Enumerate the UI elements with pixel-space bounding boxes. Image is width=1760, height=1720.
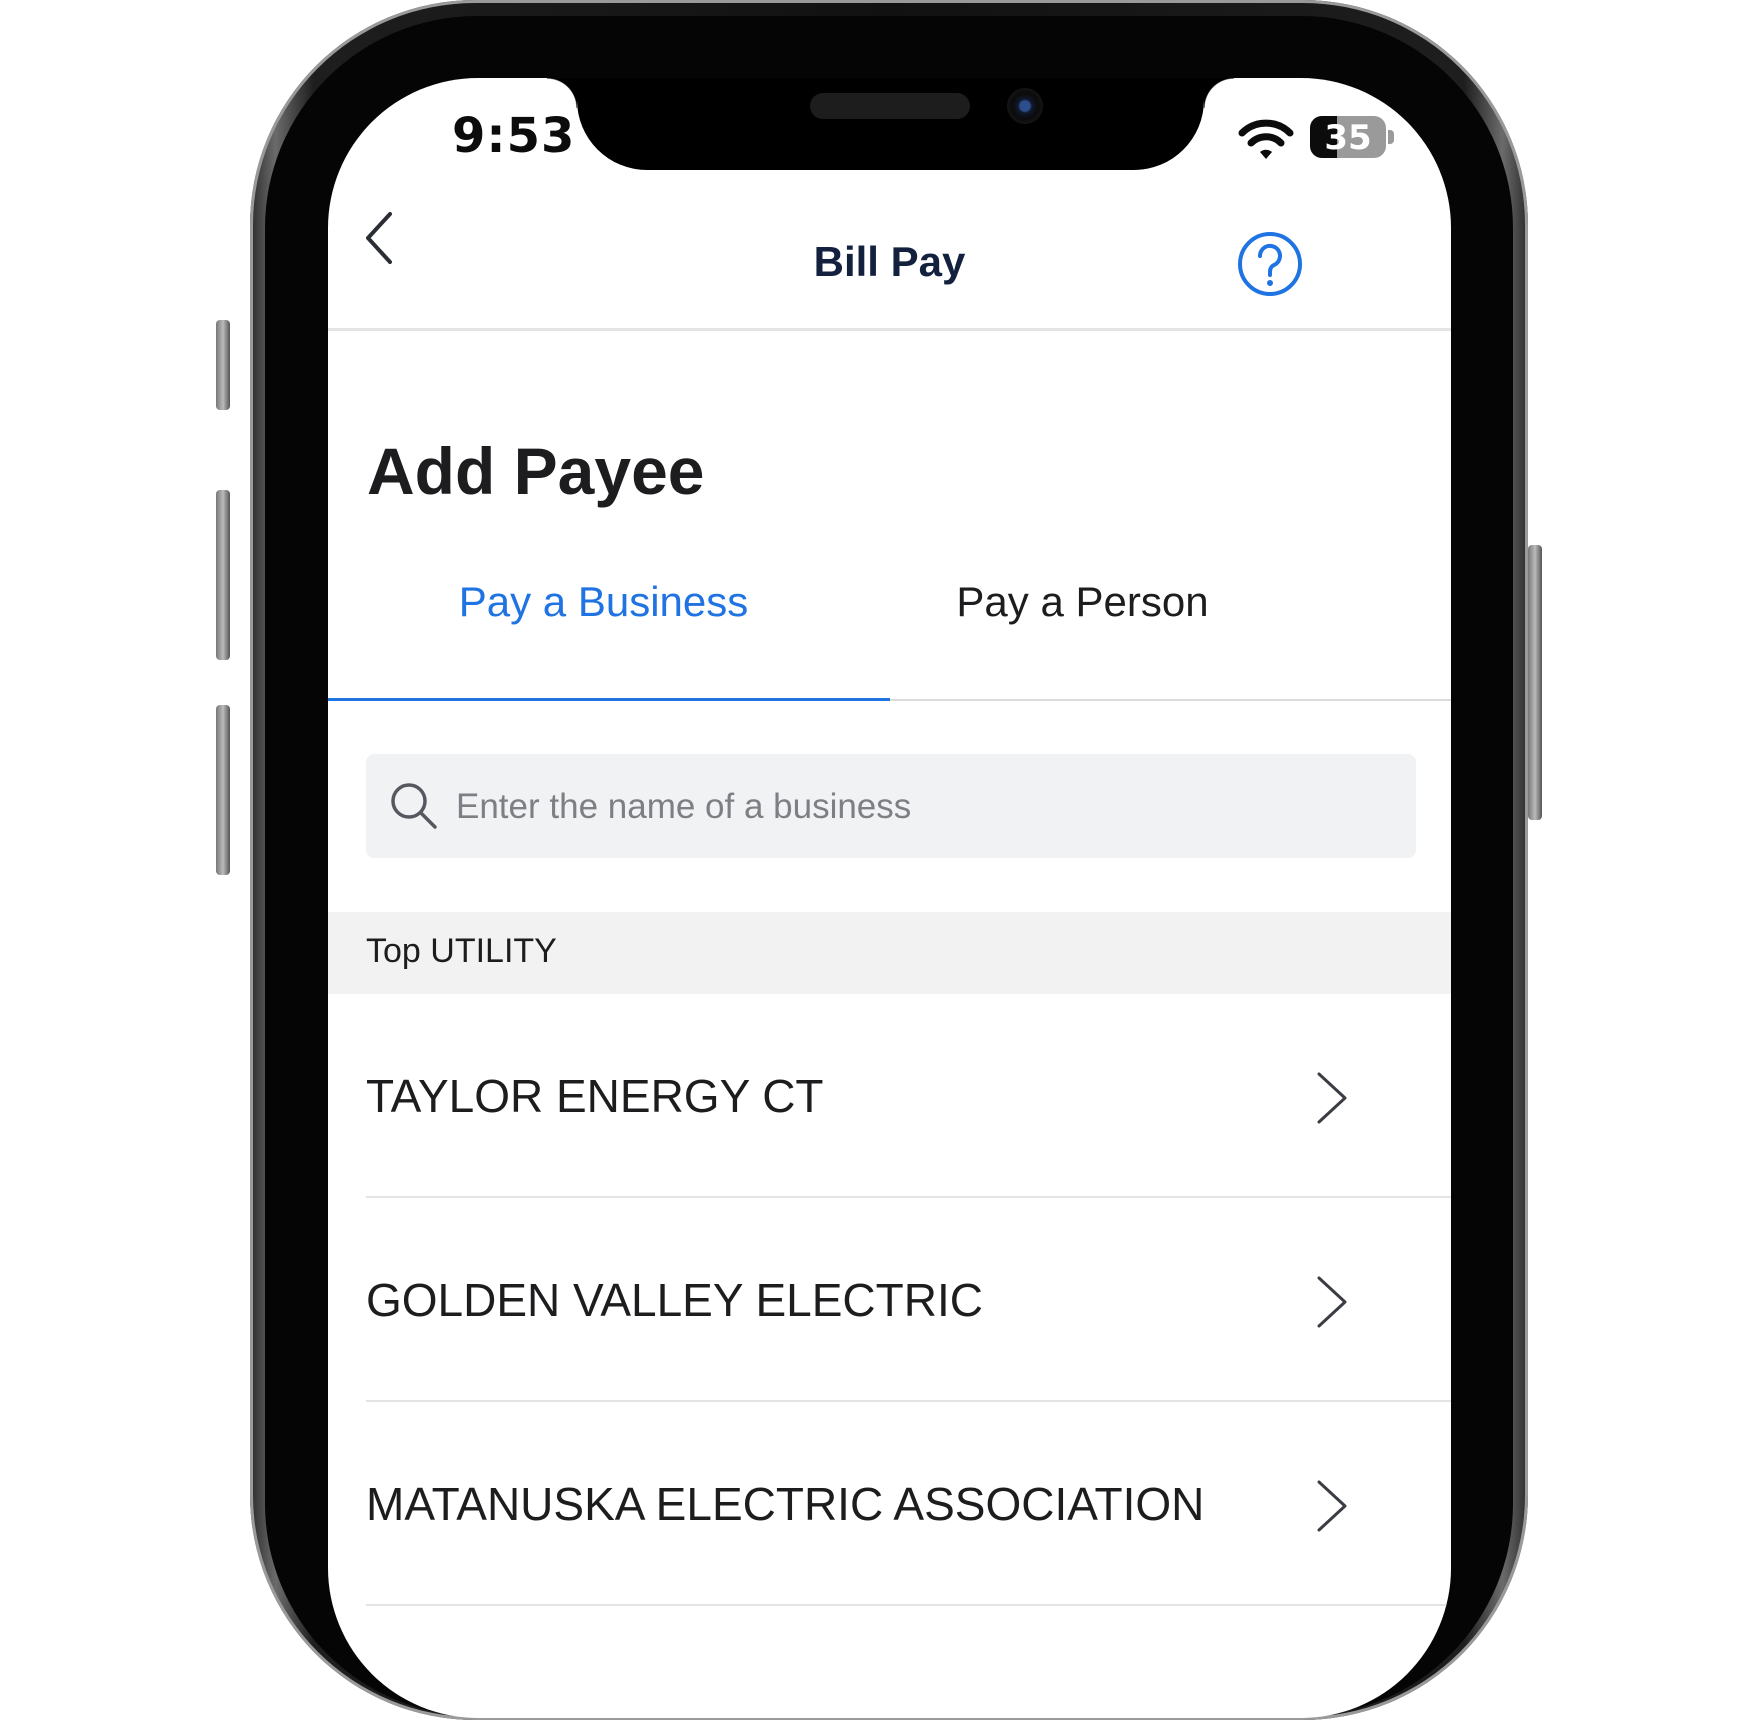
nav-divider	[328, 328, 1451, 331]
status-time: 9:53	[452, 108, 576, 164]
payee-name: GOLDEN VALLEY ELECTRIC	[366, 1274, 983, 1326]
payee-name: MATANUSKA ELECTRIC ASSOCIATION	[366, 1478, 1205, 1530]
phone-screen: 9:53 35 Bill Pay Add Payee Pay a Busines…	[328, 78, 1451, 1718]
chevron-right-icon	[1317, 1480, 1347, 1532]
row-divider	[366, 1604, 1451, 1606]
section-label: Top UTILITY	[366, 932, 557, 970]
battery-indicator: 35	[1310, 116, 1386, 158]
active-tab-indicator	[328, 698, 890, 701]
section-header: Top UTILITY	[328, 912, 1451, 994]
question-circle-icon[interactable]	[1236, 230, 1304, 298]
search-input[interactable]	[454, 754, 1398, 860]
battery-tip	[1388, 130, 1394, 144]
speaker-grille	[810, 93, 970, 119]
volume-down-button	[216, 705, 230, 875]
tab-pay-a-business[interactable]: Pay a Business	[328, 578, 884, 626]
front-camera	[1007, 88, 1043, 124]
payee-name: TAYLOR ENERGY CT	[366, 1070, 824, 1122]
volume-up-button	[216, 490, 230, 660]
chevron-right-icon	[1317, 1072, 1347, 1124]
tab-pay-a-person[interactable]: Pay a Person	[802, 578, 1363, 626]
notch	[547, 78, 1234, 170]
search-icon	[391, 783, 437, 829]
search-box[interactable]	[366, 754, 1416, 860]
payee-row[interactable]: MATANUSKA ELECTRIC ASSOCIATION	[328, 1402, 1451, 1606]
chevron-right-icon	[1317, 1276, 1347, 1328]
payee-row[interactable]: GOLDEN VALLEY ELECTRIC	[328, 1198, 1451, 1402]
battery-level: 35	[1324, 118, 1372, 158]
page-title: Add Payee	[367, 434, 705, 508]
silent-switch	[216, 320, 230, 410]
payee-row[interactable]: TAYLOR ENERGY CT	[328, 994, 1451, 1198]
power-button	[1528, 545, 1542, 820]
wifi-icon	[1238, 119, 1294, 159]
